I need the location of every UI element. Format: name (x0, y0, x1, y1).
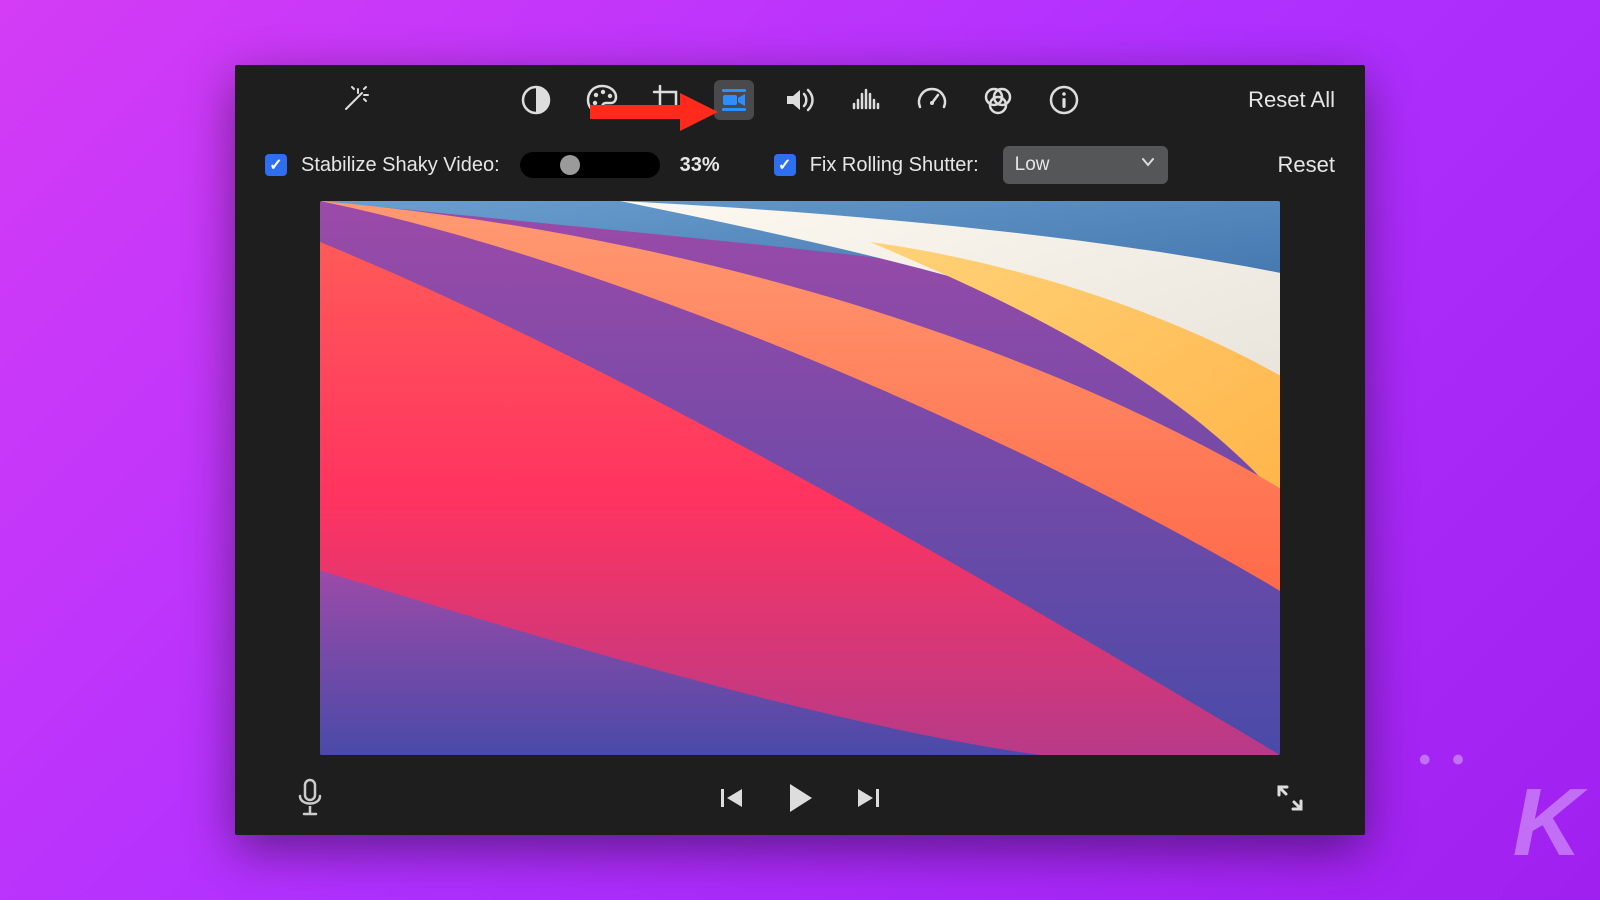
crop-icon[interactable] (648, 80, 688, 120)
rolling-shutter-checkbox[interactable]: ✓ (774, 154, 796, 176)
video-camera-icon (719, 85, 749, 115)
stabilize-percent: 33% (680, 154, 720, 177)
video-editor-window: Reset All ✓ Stabilize Shaky Video: 33% ✓… (235, 65, 1365, 835)
checkmark-icon: ✓ (269, 155, 282, 175)
info-icon[interactable] (1044, 80, 1084, 120)
reset-button[interactable]: Reset (1278, 152, 1335, 178)
inspector-toolbar: Reset All (235, 65, 1365, 135)
color-balance-icon[interactable] (516, 80, 556, 120)
stabilize-slider[interactable] (520, 152, 660, 178)
video-preview[interactable] (320, 201, 1280, 755)
rolling-shutter-select[interactable]: Low (1003, 146, 1168, 184)
stabilization-tab[interactable] (714, 80, 754, 120)
previous-icon[interactable] (718, 784, 746, 817)
stabilization-controls: ✓ Stabilize Shaky Video: 33% ✓ Fix Rolli… (235, 135, 1365, 195)
playback-bar (235, 765, 1365, 835)
speed-icon[interactable] (912, 80, 952, 120)
reset-all-button[interactable]: Reset All (1248, 87, 1335, 113)
stabilize-checkbox[interactable]: ✓ (265, 154, 287, 176)
next-icon[interactable] (854, 784, 882, 817)
select-value: Low (1015, 154, 1050, 176)
inspector-tabs (235, 80, 1365, 120)
watermark-dots: • • (1419, 741, 1470, 780)
watermark-letter: K (1513, 768, 1578, 878)
volume-icon[interactable] (780, 80, 820, 120)
chevron-down-icon (1140, 154, 1156, 176)
checkmark-icon: ✓ (778, 155, 791, 175)
magic-wand-icon[interactable] (335, 80, 375, 120)
preview-frame (320, 201, 1280, 755)
rolling-shutter-label: Fix Rolling Shutter: (810, 154, 979, 177)
stabilize-label: Stabilize Shaky Video: (301, 154, 500, 177)
play-icon[interactable] (782, 780, 818, 821)
noise-reduction-icon[interactable] (846, 80, 886, 120)
clip-filter-icon[interactable] (978, 80, 1018, 120)
slider-knob[interactable] (560, 155, 580, 175)
color-palette-icon[interactable] (582, 80, 622, 120)
